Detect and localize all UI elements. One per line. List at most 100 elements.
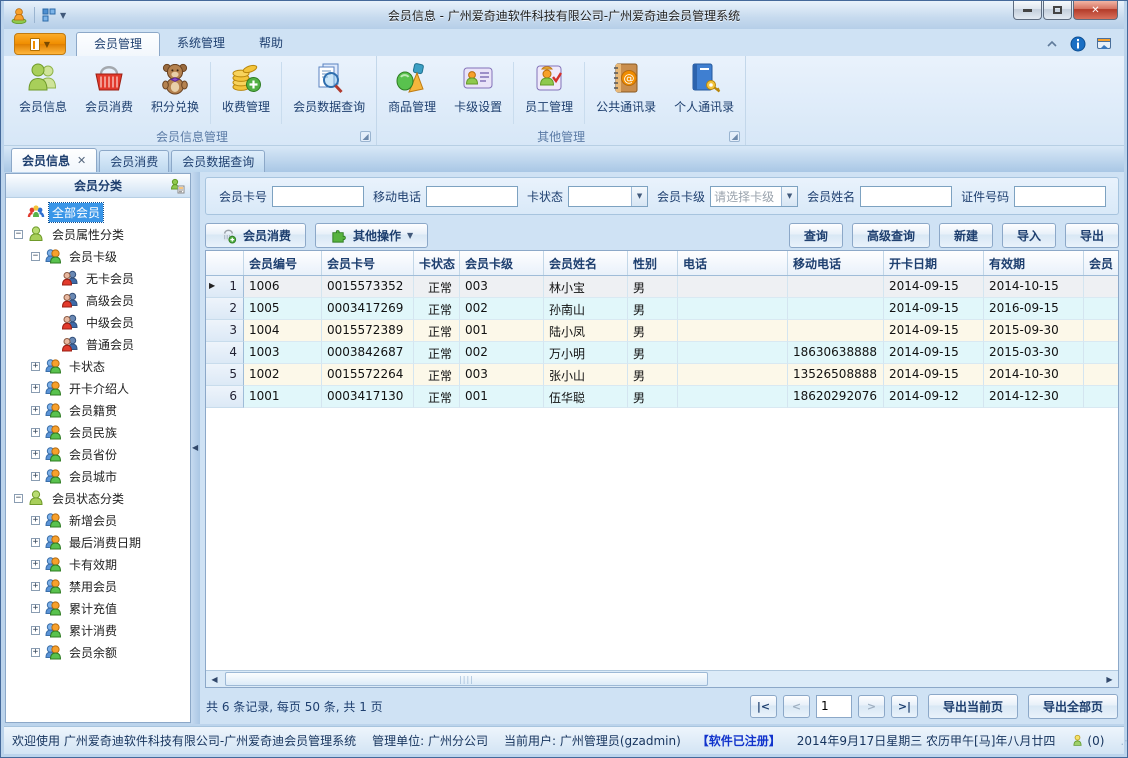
doc-tab-member-consume[interactable]: 会员消费 [99, 150, 170, 172]
tree-item-17[interactable]: + 禁用会员 [6, 575, 190, 597]
grid-row-0[interactable]: ▶ 1 1006 0015573352 正常 003 林小宝男 2014-09-15 2014… [206, 276, 1118, 298]
row-header[interactable]: 6 [206, 386, 244, 408]
ribbon-tab-system-mgmt[interactable]: 系统管理 [160, 32, 242, 56]
tree-item-1[interactable]: − 会员属性分类 [6, 223, 190, 245]
grid-row-2[interactable]: 3 1004 0015572389 正常 001 陆小凤男 2014-09-15 2015-… [206, 320, 1118, 342]
export-current-page-button[interactable]: 导出当前页 [927, 693, 1018, 719]
tree-expander-icon[interactable]: + [31, 449, 40, 459]
ribbon-tab-member-mgmt[interactable]: 会员管理 [76, 32, 161, 56]
last-page-button[interactable]: >| [890, 694, 918, 718]
card-status-select[interactable]: ▼ [568, 185, 649, 207]
scroll-left-icon[interactable]: ◀ [206, 671, 223, 687]
resize-grip[interactable]: ⋰⋰ [1120, 734, 1127, 747]
info-icon[interactable] [1070, 36, 1086, 52]
other-operations-button[interactable]: 其他操作 ▼ [315, 222, 429, 248]
ribbon-button-1-4[interactable]: 个人通讯录 [665, 58, 743, 128]
tree-item-20[interactable]: + 会员余额 [6, 641, 190, 663]
next-page-button[interactable]: > [857, 694, 885, 718]
tree-item-6[interactable]: 普通会员 [6, 333, 190, 355]
tree-expander-icon[interactable]: + [31, 581, 40, 591]
scroll-right-icon[interactable]: ▶ [1101, 671, 1118, 687]
tree-expander-icon[interactable]: − [31, 251, 40, 261]
row-header[interactable]: 3 [206, 320, 244, 342]
tree-expander-icon[interactable]: − [14, 229, 23, 239]
tree-item-0[interactable]: 全部会员 [6, 201, 190, 223]
feedback-icon[interactable] [1096, 36, 1112, 52]
tree-item-15[interactable]: + 最后消费日期 [6, 531, 190, 553]
grid-row-3[interactable]: 4 1003 0003842687 正常 002 万小明男 18630638888 2014… [206, 342, 1118, 364]
tree-item-11[interactable]: + 会员省份 [6, 443, 190, 465]
category-settings-icon[interactable] [169, 178, 185, 194]
row-header[interactable]: 5 [206, 364, 244, 386]
grid-row-5[interactable]: 6 1001 0003417130 正常 001 伍华聪男 18620292076 2014… [206, 386, 1118, 408]
tree-item-16[interactable]: + 卡有效期 [6, 553, 190, 575]
tree-expander-icon[interactable]: − [14, 493, 23, 503]
grid-row-4[interactable]: 5 1002 0015572264 正常 003 张小山男 13526508888 2014… [206, 364, 1118, 386]
first-page-button[interactable]: |< [749, 694, 777, 718]
tree-expander-icon[interactable]: + [31, 647, 40, 657]
ribbon-button-0-2[interactable]: 积分兑换 [142, 58, 208, 128]
tree-expander-icon[interactable]: + [31, 537, 40, 547]
column-header-4[interactable]: 会员姓名 [544, 251, 628, 275]
collapse-ribbon-icon[interactable] [1044, 36, 1060, 52]
id-number-input[interactable] [1014, 185, 1107, 207]
registered-link[interactable]: 【软件已注册】 [697, 732, 781, 749]
ribbon-button-0-0[interactable]: 会员信息 [10, 58, 76, 128]
column-header-10[interactable]: 会员 [1084, 251, 1118, 275]
dialog-launcher-icon[interactable]: ◢ [360, 131, 372, 142]
tree-expander-icon[interactable]: + [31, 427, 40, 437]
card-level-select[interactable]: 请选择卡级 ▼ [710, 185, 799, 207]
ribbon-button-1-0[interactable]: 商品管理 [379, 58, 445, 128]
advanced-query-button[interactable]: 高级查询 [851, 222, 930, 248]
import-button[interactable]: 导入 [1001, 222, 1056, 248]
row-header[interactable]: ▶ 1 [206, 276, 244, 298]
tree-item-10[interactable]: + 会员民族 [6, 421, 190, 443]
prev-page-button[interactable]: < [782, 694, 810, 718]
tree-item-7[interactable]: + 卡状态 [6, 355, 190, 377]
export-all-pages-button[interactable]: 导出全部页 [1027, 693, 1118, 719]
tree-expander-icon[interactable]: + [31, 361, 40, 371]
tree-item-5[interactable]: 中级会员 [6, 311, 190, 333]
tree-expander-icon[interactable]: + [31, 515, 40, 525]
tree-expander-icon[interactable]: + [31, 405, 40, 415]
sidebar-splitter[interactable]: ◀ [191, 172, 200, 724]
ribbon-button-1-2[interactable]: 员工管理 [516, 58, 582, 128]
ribbon-button-0-3[interactable]: 收费管理 [213, 58, 279, 128]
column-header-5[interactable]: 性别 [628, 251, 678, 275]
grid-row-1[interactable]: 2 1005 0003417269 正常 002 孙南山男 2014-09-15 2016-… [206, 298, 1118, 320]
tree-item-4[interactable]: 高级会员 [6, 289, 190, 311]
tab-close-icon[interactable]: ✕ [77, 151, 86, 171]
application-menu-button[interactable]: ▼ [14, 33, 66, 55]
column-header-2[interactable]: 卡状态 [414, 251, 460, 275]
doc-tab-member-info[interactable]: 会员信息 ✕ [11, 148, 98, 172]
ribbon-tab-help[interactable]: 帮助 [242, 32, 300, 56]
tree-item-3[interactable]: 无卡会员 [6, 267, 190, 289]
column-header-7[interactable]: 移动电话 [788, 251, 884, 275]
ribbon-button-0-1[interactable]: 会员消费 [76, 58, 142, 128]
member-name-input[interactable] [860, 185, 953, 207]
tree-expander-icon[interactable]: + [31, 559, 40, 569]
column-header-1[interactable]: 会员卡号 [322, 251, 414, 275]
mobile-input[interactable] [426, 185, 519, 207]
new-button[interactable]: 新建 [938, 222, 993, 248]
maximize-button[interactable] [1043, 1, 1072, 20]
tree-item-8[interactable]: + 开卡介绍人 [6, 377, 190, 399]
minimize-button[interactable] [1013, 1, 1042, 20]
scrollbar-track[interactable]: |||| [223, 671, 1101, 687]
tree-expander-icon[interactable]: + [31, 625, 40, 635]
export-button[interactable]: 导出 [1064, 222, 1119, 248]
dropdown-arrow-icon[interactable]: ▼ [631, 186, 648, 206]
tree-item-14[interactable]: + 新增会员 [6, 509, 190, 531]
dialog-launcher-icon[interactable]: ◢ [729, 131, 741, 142]
scrollbar-thumb[interactable]: |||| [225, 672, 708, 686]
column-header-8[interactable]: 开卡日期 [884, 251, 984, 275]
horizontal-scrollbar[interactable]: ◀ |||| ▶ [206, 670, 1118, 687]
tree-item-13[interactable]: − 会员状态分类 [6, 487, 190, 509]
row-header[interactable]: 4 [206, 342, 244, 364]
column-header-9[interactable]: 有效期 [984, 251, 1084, 275]
tree-expander-icon[interactable]: + [31, 603, 40, 613]
quick-access-caret-icon[interactable]: ▼ [60, 11, 66, 20]
dropdown-arrow-icon[interactable]: ▼ [781, 186, 798, 206]
collapse-sidebar-icon[interactable]: ◀ [192, 430, 198, 466]
page-number-input[interactable] [815, 694, 852, 718]
